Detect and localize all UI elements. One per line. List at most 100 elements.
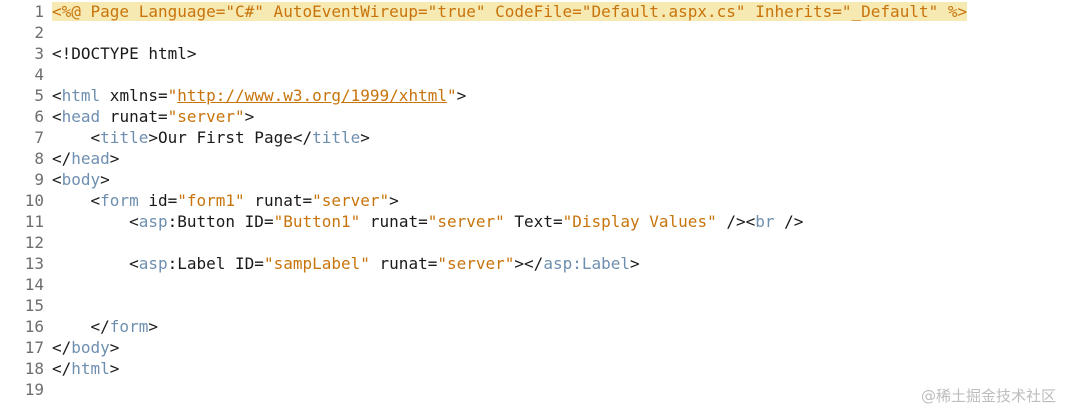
line-number: 15 [24, 296, 44, 315]
code-token: < [52, 254, 139, 273]
code-line[interactable]: 19 [0, 379, 1070, 400]
line-number: 2 [34, 23, 44, 42]
line-code: <title>Our First Page</title> [52, 127, 370, 148]
code-token: body [61, 170, 101, 189]
line-number: 10 [24, 191, 44, 210]
code-token: "server" [312, 191, 390, 210]
code-token: < [52, 107, 62, 126]
line-code: <head runat="server"> [52, 106, 254, 127]
line-number: 1 [34, 2, 44, 21]
code-token: </ [52, 338, 72, 357]
code-token: title [100, 128, 149, 147]
code-token: /> [774, 212, 804, 231]
code-token: >Our First Page</ [148, 128, 313, 147]
code-line[interactable]: 14 [0, 274, 1070, 295]
code-line[interactable]: 11 <asp:Button ID="Button1" runat="serve… [0, 211, 1070, 232]
code-token: id= [138, 191, 178, 210]
code-token: "server" [437, 254, 515, 273]
line-number: 12 [24, 233, 44, 252]
code-token: runat= [369, 254, 438, 273]
code-token: <%@ Page Language="C#" AutoEventWireup="… [52, 2, 968, 21]
code-token: />< [716, 212, 756, 231]
code-token: form [100, 191, 139, 210]
code-line[interactable]: 3 <!DOCTYPE html> [0, 43, 1070, 64]
line-code: <body> [52, 169, 110, 190]
line-number: 17 [24, 338, 44, 357]
code-token: < [52, 212, 139, 231]
code-token: < [52, 191, 101, 210]
line-number: 16 [24, 317, 44, 336]
code-token: > [389, 191, 399, 210]
code-line[interactable]: 2 [0, 22, 1070, 43]
code-token: > [360, 128, 370, 147]
code-line[interactable]: 7 <title>Our First Page</title> [0, 127, 1070, 148]
code-token: body [71, 338, 110, 357]
code-token: title [312, 128, 361, 147]
code-line[interactable]: 1 <%@ Page Language="C#" AutoEventWireup=… [0, 1, 1070, 22]
code-token: "form1" [177, 191, 245, 210]
code-line[interactable]: 16 </form> [0, 316, 1070, 337]
code-token: html [61, 86, 101, 105]
line-number: 4 [34, 65, 44, 84]
line-code: </head> [52, 148, 119, 169]
line-number: 6 [34, 107, 44, 126]
code-token: " [446, 86, 457, 105]
code-token: > [109, 149, 120, 168]
code-token: runat= [244, 191, 313, 210]
line-code: <%@ Page Language="C#" AutoEventWireup="… [52, 1, 968, 22]
line-code: </html> [52, 358, 119, 379]
code-token: </ [52, 317, 110, 336]
code-token: < [52, 86, 62, 105]
code-token: asp [138, 254, 168, 273]
line-code: </body> [52, 337, 119, 358]
code-token: head [61, 107, 101, 126]
code-token: xmlns= [100, 86, 168, 105]
line-code: <asp:Label ID="sampLabel" runat="server"… [52, 253, 640, 274]
code-token: head [71, 149, 110, 168]
code-token: form [109, 317, 149, 336]
code-line[interactable]: 15 [0, 295, 1070, 316]
code-token: > [100, 170, 110, 189]
line-number: 5 [34, 86, 44, 105]
code-token: ></ [514, 254, 544, 273]
code-token: < [52, 170, 62, 189]
code-token: runat= [100, 107, 168, 126]
code-token: asp:Label [543, 254, 631, 273]
line-code: <asp:Button ID="Button1" runat="server" … [52, 211, 803, 232]
code-token: > [244, 107, 255, 126]
line-number: 18 [24, 359, 44, 378]
code-line[interactable]: 8 </head> [0, 148, 1070, 169]
line-number: 14 [24, 275, 44, 294]
code-token: Text= [504, 212, 563, 231]
code-token: br [755, 212, 775, 231]
code-token: </ [52, 149, 72, 168]
code-token: html [71, 359, 110, 378]
code-line[interactable]: 5 <html xmlns="http://www.w3.org/1999/xht… [0, 85, 1070, 106]
code-token: " [167, 86, 178, 105]
code-line[interactable]: 9 <body> [0, 169, 1070, 190]
code-token: "server" [427, 212, 505, 231]
code-line[interactable]: 10 <form id="form1" runat="server"> [0, 190, 1070, 211]
code-token: "Display Values" [562, 212, 717, 231]
line-number: 9 [34, 170, 44, 189]
code-token: > [109, 338, 120, 357]
code-token: http://www.w3.org/1999/xhtml [177, 86, 447, 105]
line-number: 8 [34, 149, 44, 168]
code-line[interactable]: 6 <head runat="server"> [0, 106, 1070, 127]
line-code: <form id="form1" runat="server"> [52, 190, 399, 211]
code-token: "Button1" [273, 212, 361, 231]
line-number: 3 [34, 44, 44, 63]
code-line[interactable]: 17 </body> [0, 337, 1070, 358]
code-line[interactable]: 12 [0, 232, 1070, 253]
code-token: </ [52, 359, 72, 378]
line-code: <!DOCTYPE html> [52, 43, 197, 64]
code-line[interactable]: 13 <asp:Label ID="sampLabel" runat="serv… [0, 253, 1070, 274]
code-token: asp [138, 212, 168, 231]
code-line[interactable]: 18 </html> [0, 358, 1070, 379]
code-token: runat= [360, 212, 428, 231]
code-token: > [109, 359, 120, 378]
code-line[interactable]: 4 [0, 64, 1070, 85]
code-token: :Label ID= [167, 254, 264, 273]
code-token: <!DOCTYPE html> [52, 44, 197, 63]
code-editor[interactable]: 1 <%@ Page Language="C#" AutoEventWireup=… [0, 0, 1070, 408]
